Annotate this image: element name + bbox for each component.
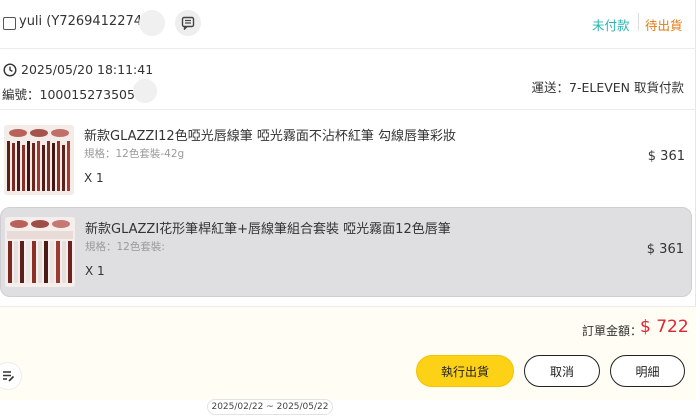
order-footer: 訂單金額： $ 722 執行出貨 取消 明細: [0, 306, 696, 400]
ship-order-button[interactable]: 執行出貨: [416, 355, 514, 387]
item-spec: 規格：12色套裝-42g: [84, 148, 185, 160]
item-quantity: X 1: [85, 264, 105, 278]
product-thumbnail: [4, 125, 74, 195]
product-thumbnail: [5, 217, 75, 287]
order-card: yuli (Y7269412274) 未付款 待出貨 2025/05/20 18…: [0, 0, 696, 400]
clock-icon: [3, 63, 17, 77]
order-detail-button[interactable]: 明細: [610, 355, 685, 387]
payment-status: 未付款: [592, 18, 630, 33]
item-spec: 規格：12色套裝:: [85, 241, 165, 253]
order-datetime: 2025/05/20 18:11:41: [21, 62, 154, 77]
shipping-method: 運送：7-ELEVEN 取貨付款: [531, 80, 685, 95]
edit-note-button[interactable]: [0, 362, 22, 390]
buyer-name: yuli (Y7269412274): [19, 14, 148, 29]
buyer-avatar: [139, 10, 165, 36]
item-title: 新款GLAZZI花形筆桿紅筆+唇線筆組合套裝 啞光霧面12色唇筆: [85, 222, 451, 237]
chat-button[interactable]: [175, 10, 201, 36]
order-total-value: $ 722: [640, 317, 689, 337]
item-quantity: X 1: [84, 171, 104, 185]
shipping-status: 待出貨: [645, 18, 683, 33]
order-item[interactable]: 新款GLAZZI12色啞光唇線筆 啞光霧面不沾杯紅筆 勾線唇筆彩妝 規格：12色…: [0, 115, 692, 205]
item-price: $ 361: [646, 242, 684, 257]
order-item[interactable]: 新款GLAZZI花形筆桿紅筆+唇線筆組合套裝 啞光霧面12色唇筆 規格：12色套…: [0, 207, 692, 297]
item-title: 新款GLAZZI12色啞光唇線筆 啞光霧面不沾杯紅筆 勾線唇筆彩妝: [84, 129, 456, 144]
edit-note-icon: [3, 371, 15, 382]
item-price: $ 361: [647, 149, 685, 164]
cancel-order-button[interactable]: 取消: [524, 355, 600, 387]
order-info: 2025/05/20 18:11:41 編號：10001527350570 運送…: [0, 50, 696, 110]
order-header: yuli (Y7269412274) 未付款 待出貨: [0, 0, 696, 49]
order-total-label: 訂單金額：: [582, 324, 643, 338]
copy-order-number-button[interactable]: [133, 79, 157, 103]
date-range-pill[interactable]: 2025/02/22 ~ 2025/05/22: [207, 399, 333, 415]
order-number: 編號：10001527350570: [2, 87, 151, 102]
status-divider: [638, 13, 639, 31]
chat-icon: [181, 16, 195, 30]
select-order-checkbox[interactable]: [3, 17, 16, 30]
